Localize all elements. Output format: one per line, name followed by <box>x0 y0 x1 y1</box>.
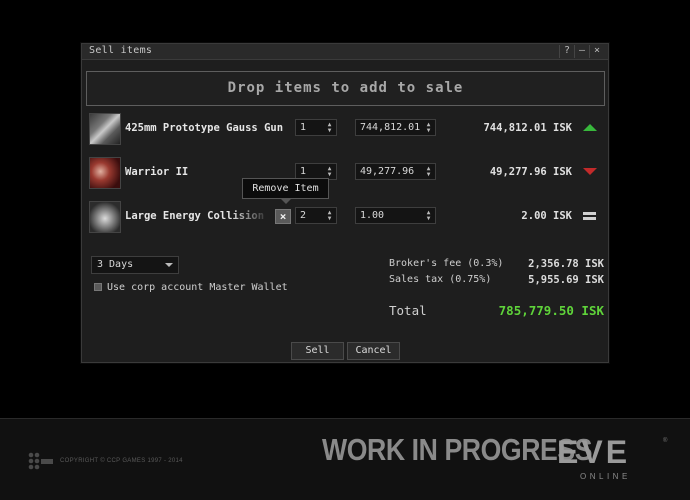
price-down-icon <box>583 168 597 178</box>
sales-tax-value: 5,955.69 ISK <box>528 274 604 286</box>
spinner-icon[interactable]: ▲ ▼ <box>425 210 432 222</box>
drop-zone[interactable]: Drop items to add to sale <box>86 71 605 106</box>
spinner-icon[interactable]: ▲ ▼ <box>326 210 333 222</box>
price-input[interactable]: 1.00 ▲ ▼ <box>355 207 436 224</box>
window-controls: ? – × <box>559 45 604 58</box>
copyright-text: COPYRIGHT © CCP GAMES 1997 - 2014 <box>60 458 183 464</box>
price-input[interactable]: 49,277.96 ▲ ▼ <box>355 163 436 180</box>
grand-total-value: 785,779.50 ISK <box>498 303 604 318</box>
drone-icon[interactable] <box>89 157 121 189</box>
price-input[interactable]: 744,812.01 ▲ ▼ <box>355 119 436 136</box>
item-name: Large Energy Collision Accelerator <box>125 210 270 222</box>
price-up-icon <box>583 124 597 134</box>
quantity-input[interactable]: 1 ▲ ▼ <box>295 119 337 136</box>
trademark-symbol: ® <box>663 438 668 444</box>
broker-fee-value: 2,356.78 ISK <box>528 258 604 270</box>
total-label: Total <box>389 303 427 318</box>
spinner-icon[interactable]: ▲ ▼ <box>425 122 432 134</box>
corp-wallet-checkbox[interactable] <box>94 283 102 291</box>
sell-item-row: Warrior II 1 ▲ ▼ 49,277.96 ▲ ▼ 49,277.96 I… <box>82 157 608 191</box>
ammo-icon[interactable] <box>89 201 121 233</box>
price-value: 49,277.96 <box>360 166 415 177</box>
gauss-gun-icon[interactable] <box>89 113 121 145</box>
eve-online-subtitle: ONLINE <box>580 472 631 481</box>
ccp-logo-icon <box>28 452 53 470</box>
sell-items-window: Sell items ? – × Drop items to add to sa… <box>81 43 609 363</box>
item-total: 49,277.96 ISK <box>489 166 572 178</box>
item-total: 2.00 ISK <box>521 210 572 222</box>
chevron-down-icon <box>165 263 173 267</box>
remove-item-tooltip: Remove Item <box>242 178 329 204</box>
spinner-icon[interactable]: ▲ ▼ <box>326 166 333 178</box>
window-titlebar[interactable]: Sell items ? – × <box>82 44 608 60</box>
corp-wallet-label: Use corp account Master Wallet <box>107 282 288 293</box>
spinner-icon[interactable]: ▲ ▼ <box>425 166 432 178</box>
minimize-icon[interactable]: – <box>574 45 589 58</box>
price-value: 1.00 <box>360 210 385 221</box>
spinner-icon[interactable]: ▲ ▼ <box>326 122 333 134</box>
quantity-value: 1 <box>300 122 307 133</box>
duration-value: 3 Days <box>97 259 134 270</box>
remove-item-button[interactable]: × <box>275 209 291 224</box>
price-value: 744,812.01 <box>360 122 421 133</box>
work-in-progress-banner: WORK IN PROGRESS <box>322 432 593 467</box>
quantity-value: 1 <box>300 166 307 177</box>
sell-item-row: Large Energy Collision Accelerator × 2 ▲… <box>82 201 608 235</box>
quantity-input[interactable]: 2 ▲ ▼ <box>295 207 337 224</box>
window-title: Sell items <box>89 45 153 56</box>
eve-logo: EVE <box>557 434 631 470</box>
broker-fee-label: Broker's fee (0.3%) <box>389 258 504 269</box>
duration-dropdown[interactable]: 3 Days <box>91 256 179 274</box>
sell-button[interactable]: Sell <box>291 342 344 360</box>
item-total: 744,812.01 ISK <box>483 122 572 134</box>
sales-tax-label: Sales tax (0.75%) <box>389 274 492 285</box>
item-name: 425mm Prototype Gauss Gun <box>125 122 284 134</box>
close-icon[interactable]: × <box>589 45 604 58</box>
quantity-value: 2 <box>300 210 307 221</box>
corp-wallet-option[interactable]: Use corp account Master Wallet <box>94 282 288 293</box>
item-name: Warrior II <box>125 166 189 178</box>
price-equal-icon <box>583 212 597 222</box>
cancel-button[interactable]: Cancel <box>347 342 400 360</box>
help-icon[interactable]: ? <box>559 45 574 58</box>
sell-item-row: 425mm Prototype Gauss Gun 1 ▲ ▼ 744,812.0… <box>82 113 608 147</box>
